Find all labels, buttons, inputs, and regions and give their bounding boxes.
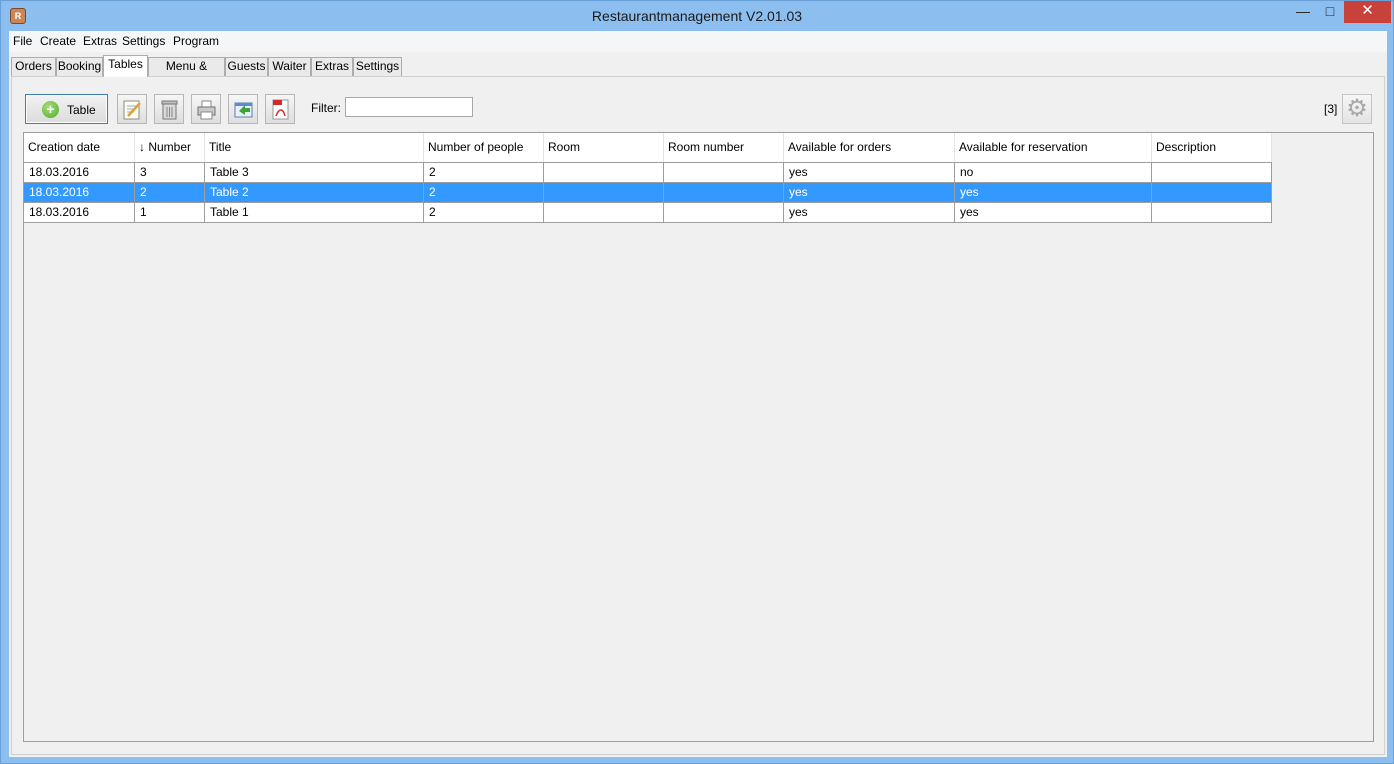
tab-booking[interactable]: Booking — [56, 57, 103, 76]
table-bottom-border — [24, 222, 1272, 223]
menu-program[interactable]: Program — [173, 34, 219, 48]
table-row[interactable]: 18.03.2016 3 Table 3 2 yes no — [24, 162, 1272, 182]
cell-number-of-people: 2 — [424, 203, 544, 222]
column-header-description[interactable]: Description — [1152, 133, 1272, 162]
column-header-number[interactable]: ↓ Number — [135, 133, 205, 162]
cell-available-for-orders: yes — [784, 203, 955, 222]
column-header-available-for-orders[interactable]: Available for orders — [784, 133, 955, 162]
tab-tables[interactable]: Tables — [103, 55, 148, 77]
column-header-title[interactable]: Title — [205, 133, 424, 162]
menu-extras[interactable]: Extras — [83, 34, 117, 48]
cell-creation-date: 18.03.2016 — [24, 163, 135, 182]
cell-available-for-reservation: yes — [955, 203, 1152, 222]
delete-button[interactable] — [154, 94, 184, 124]
export-button[interactable] — [228, 94, 258, 124]
cell-room-number — [664, 183, 784, 202]
print-button[interactable] — [191, 94, 221, 124]
tab-guests[interactable]: Guests — [225, 57, 268, 76]
delete-icon — [161, 100, 178, 120]
tables-panel: + Table Filter: [3] ⚙ Creation date ↓ Nu… — [11, 76, 1385, 755]
export-icon — [234, 102, 253, 118]
tab-extras[interactable]: Extras — [311, 57, 353, 76]
cell-room — [544, 163, 664, 182]
cell-available-for-orders: yes — [784, 163, 955, 182]
cell-title: Table 1 — [205, 203, 424, 222]
cell-number-of-people: 2 — [424, 163, 544, 182]
cell-room-number — [664, 203, 784, 222]
add-table-label: Table — [67, 103, 96, 117]
cell-number: 3 — [135, 163, 205, 182]
menu-create[interactable]: Create — [40, 34, 76, 48]
column-header-creation-date[interactable]: Creation date — [24, 133, 135, 162]
add-icon: + — [42, 101, 59, 118]
edit-button[interactable] — [117, 94, 147, 124]
cell-room — [544, 183, 664, 202]
edit-icon — [123, 100, 141, 120]
menu-bar: File Create Extras Settings Program — [9, 31, 1387, 52]
window-title: Restaurantmanagement V2.01.03 — [591, 8, 803, 24]
menu-settings[interactable]: Settings — [122, 34, 165, 48]
client-area: File Create Extras Settings Program Orde… — [9, 31, 1387, 757]
record-count: [3] — [1324, 102, 1338, 116]
pdf-icon — [272, 99, 289, 120]
cell-title: Table 3 — [205, 163, 424, 182]
tab-waiter[interactable]: Waiter — [268, 57, 311, 76]
table-row[interactable]: 18.03.2016 1 Table 1 2 yes yes — [24, 202, 1272, 222]
add-table-button[interactable]: + Table — [25, 94, 108, 124]
filter-input[interactable] — [345, 97, 473, 117]
pdf-button[interactable] — [265, 94, 295, 124]
menu-file[interactable]: File — [13, 34, 32, 48]
cell-description — [1152, 183, 1272, 202]
cell-number: 1 — [135, 203, 205, 222]
gear-icon: ⚙ — [1346, 95, 1368, 122]
cell-number-of-people: 2 — [424, 183, 544, 202]
cell-description — [1152, 203, 1272, 222]
filter-label: Filter: — [311, 101, 341, 115]
tab-orders[interactable]: Orders — [11, 57, 56, 76]
column-header-available-for-reservation[interactable]: Available for reservation — [955, 133, 1152, 162]
tables-grid[interactable]: Creation date ↓ Number Title Number of p… — [23, 132, 1374, 742]
tab-menu-prices[interactable]: Menu & Prices — [148, 57, 225, 90]
app-window: R Restaurantmanagement V2.01.03 — □ ✕ Fi… — [0, 0, 1394, 764]
table-row-selected[interactable]: 18.03.2016 2 Table 2 2 yes yes — [24, 182, 1272, 202]
settings-button[interactable]: ⚙ — [1342, 94, 1372, 124]
column-header-number-of-people[interactable]: Number of people — [424, 133, 544, 162]
cell-room-number — [664, 163, 784, 182]
tab-settings[interactable]: Settings — [353, 57, 402, 76]
title-bar[interactable]: R Restaurantmanagement V2.01.03 — □ ✕ — [1, 1, 1393, 31]
cell-creation-date: 18.03.2016 — [24, 183, 135, 202]
table-header: Creation date ↓ Number Title Number of p… — [24, 133, 1272, 162]
cell-creation-date: 18.03.2016 — [24, 203, 135, 222]
column-header-room-number[interactable]: Room number — [664, 133, 784, 162]
minimize-button[interactable]: — — [1289, 1, 1317, 23]
cell-title: Table 2 — [205, 183, 424, 202]
cell-available-for-reservation: yes — [955, 183, 1152, 202]
cell-available-for-orders: yes — [784, 183, 955, 202]
cell-description — [1152, 163, 1272, 182]
cell-available-for-reservation: no — [955, 163, 1152, 182]
column-header-room[interactable]: Room — [544, 133, 664, 162]
print-icon — [197, 100, 216, 120]
cell-number: 2 — [135, 183, 205, 202]
maximize-button[interactable]: □ — [1317, 1, 1343, 23]
close-button[interactable]: ✕ — [1344, 1, 1391, 23]
cell-room — [544, 203, 664, 222]
